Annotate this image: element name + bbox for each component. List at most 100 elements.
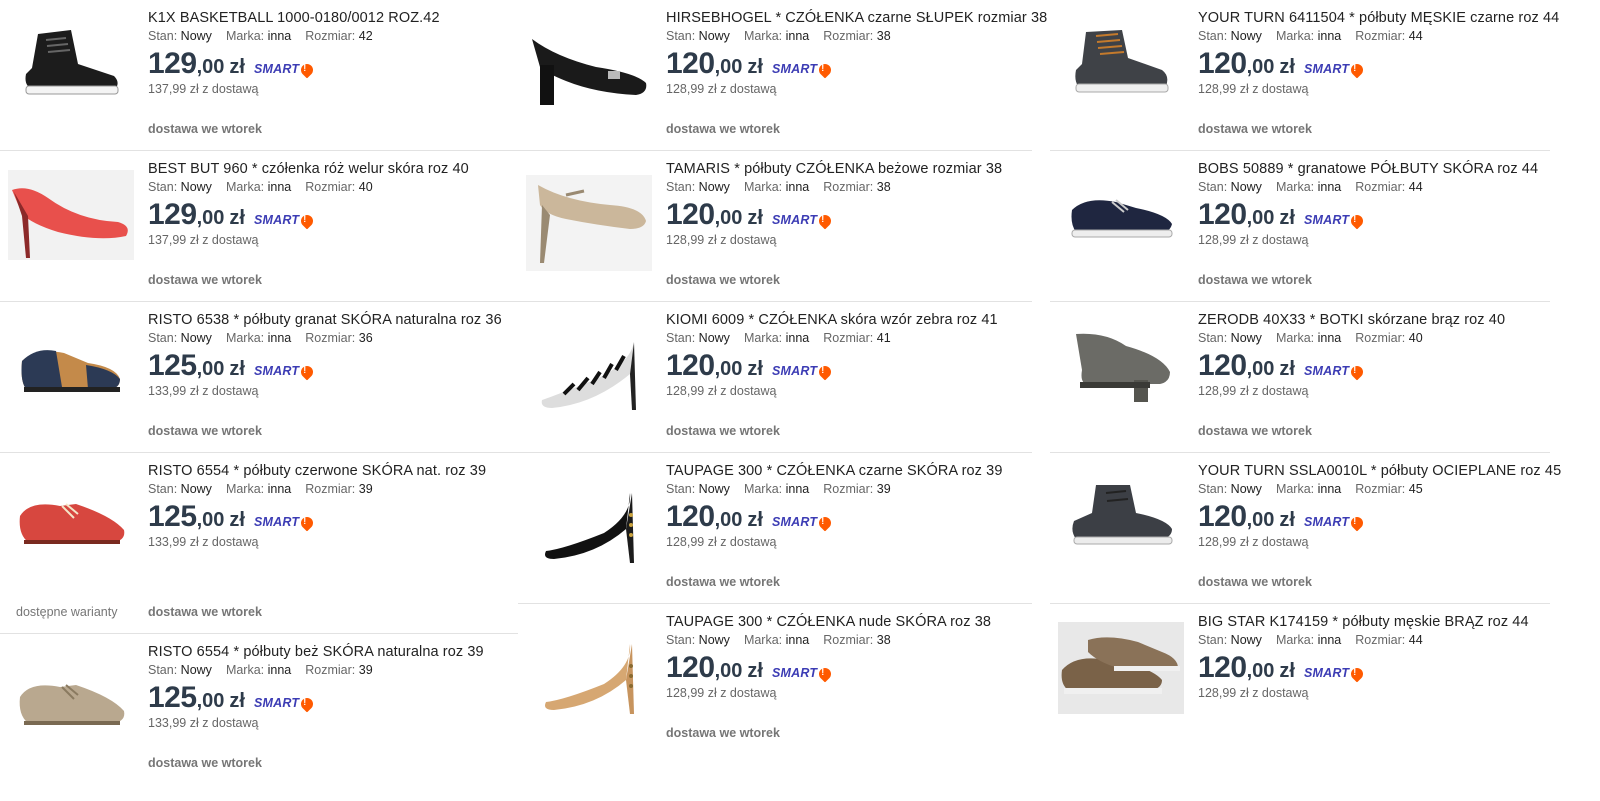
price-currency: zł <box>747 358 763 380</box>
product-title[interactable]: RISTO 6538 * półbuty granat SKÓRA natura… <box>148 312 510 328</box>
price-decimal: ,00 <box>196 690 225 712</box>
product-thumbnail[interactable] <box>1058 469 1184 569</box>
product-card[interactable]: TAUPAGE 300 * CZÓŁENKA czarne SKÓRA roz … <box>518 453 1032 604</box>
product-title[interactable]: TAUPAGE 300 * CZÓŁENKA czarne SKÓRA roz … <box>666 463 1024 479</box>
product-title[interactable]: TAMARIS * półbuty CZÓŁENKA beżowe rozmia… <box>666 161 1024 177</box>
smart-pin-icon <box>298 514 316 532</box>
product-card[interactable]: TAMARIS * półbuty CZÓŁENKA beżowe rozmia… <box>518 151 1032 302</box>
price-currency: zł <box>1279 358 1295 380</box>
product-card[interactable]: YOUR TURN 6411504 * półbuty MĘSKIE czarn… <box>1050 0 1559 151</box>
delivery-info: dostawa we wtorek <box>1198 575 1312 589</box>
delivery-info: dostawa we wtorek <box>148 756 262 770</box>
brand-value: inna <box>785 180 810 194</box>
product-title[interactable]: KIOMI 6009 * CZÓŁENKA skóra wzór zebra r… <box>666 312 1024 328</box>
product-thumbnail[interactable] <box>8 650 134 750</box>
product-thumbnail[interactable] <box>8 469 134 569</box>
product-thumbnail[interactable] <box>526 477 652 577</box>
product-card[interactable]: TAUPAGE 300 * CZÓŁENKA nude SKÓRA roz 38… <box>518 604 1032 754</box>
product-card[interactable]: YOUR TURN SSLA0010L * półbuty OCIEPLANE … <box>1050 453 1561 604</box>
price-integer: 120 <box>1198 651 1247 684</box>
size-label: Rozmiar: <box>1355 331 1406 345</box>
brand-label: Marka: <box>225 482 265 496</box>
smart-badge: SMART <box>254 363 316 381</box>
state-value: Nowy <box>1230 29 1262 43</box>
grey-high-top-icon <box>1066 24 1176 109</box>
price-decimal: ,00 <box>1246 660 1275 682</box>
brand-value: inna <box>785 29 810 43</box>
product-thumbnail[interactable] <box>526 326 652 426</box>
state-value: Nowy <box>1230 331 1262 345</box>
product-card[interactable]: BIG STAR K174159 * półbuty męskie BRĄZ r… <box>1050 604 1550 754</box>
product-title[interactable]: TAUPAGE 300 * CZÓŁENKA nude SKÓRA roz 38 <box>666 614 1024 630</box>
product-thumbnail[interactable] <box>8 167 134 267</box>
product-card[interactable]: BOBS 50889 * granatowe PÓŁBUTY SKÓRA roz… <box>1050 151 1550 302</box>
product-title[interactable]: ZERODB 40X33 * BOTKI skórzane brąz roz 4… <box>1198 312 1542 328</box>
product-params: Stan: Nowy Marka: inna Rozmiar: 44 <box>1198 180 1542 194</box>
product-thumbnail[interactable] <box>1058 318 1184 418</box>
product-params: Stan: Nowy Marka: inna Rozmiar: 40 <box>148 180 510 194</box>
smart-pin-icon <box>816 61 834 79</box>
state-label: Stan: <box>1198 29 1228 43</box>
smart-pin-icon <box>816 212 834 230</box>
product-title[interactable]: RISTO 6554 * półbuty czerwone SKÓRA nat.… <box>148 463 510 479</box>
smart-label: SMART <box>1303 666 1350 680</box>
product-card[interactable]: RISTO 6554 * półbuty czerwone SKÓRA nat.… <box>0 453 518 634</box>
delivery-info: dostawa we wtorek <box>148 122 262 136</box>
product-title[interactable]: RISTO 6554 * półbuty beż SKÓRA naturalna… <box>148 644 510 660</box>
product-title[interactable]: K1X BASKETBALL 1000-0180/0012 ROZ.42 <box>148 10 510 26</box>
price-with-shipping: 133,99 zł z dostawą <box>148 716 259 730</box>
product-card[interactable]: HIRSEBHOGEL * CZÓŁENKA czarne SŁUPEK roz… <box>518 0 1047 151</box>
price: 129,00 zł SMART <box>148 47 510 81</box>
product-thumbnail[interactable] <box>526 628 652 728</box>
product-thumbnail[interactable] <box>526 24 652 124</box>
price-decimal: ,00 <box>1246 358 1275 380</box>
product-thumbnail[interactable] <box>8 318 134 418</box>
product-thumbnail[interactable] <box>1058 167 1184 267</box>
product-card[interactable]: ZERODB 40X33 * BOTKI skórzane brąz roz 4… <box>1050 302 1550 453</box>
brand-value: inna <box>1317 331 1342 345</box>
price-currency: zł <box>229 690 245 712</box>
size-value: 44 <box>1408 180 1423 194</box>
price-integer: 129 <box>148 47 197 80</box>
price-integer: 120 <box>666 198 715 231</box>
state-label: Stan: <box>1198 180 1228 194</box>
size-label: Rozmiar: <box>305 180 356 194</box>
product-card[interactable]: K1X BASKETBALL 1000-0180/0012 ROZ.42 Stan… <box>0 0 518 151</box>
product-params: Stan: Nowy Marka: inna Rozmiar: 36 <box>148 331 510 345</box>
red-pump-icon <box>8 169 134 265</box>
price-with-shipping: 128,99 zł z dostawą <box>666 233 777 247</box>
state-value: Nowy <box>180 663 212 677</box>
state-label: Stan: <box>666 331 696 345</box>
delivery-info: dostawa we wtorek <box>666 424 780 438</box>
product-card[interactable]: RISTO 6554 * półbuty beż SKÓRA naturalna… <box>0 634 518 784</box>
product-thumbnail[interactable] <box>526 174 652 275</box>
smart-badge: SMART <box>772 212 834 230</box>
brand-label: Marka: <box>743 482 783 496</box>
dark-chukka-icon <box>1066 477 1176 562</box>
product-title[interactable]: YOUR TURN 6411504 * półbuty MĘSKIE czarn… <box>1198 10 1559 26</box>
product-thumbnail[interactable] <box>1058 620 1184 720</box>
smart-label: SMART <box>1303 364 1350 378</box>
price-decimal: ,00 <box>714 207 743 229</box>
variants-link[interactable]: dostępne warianty <box>16 605 117 619</box>
product-card[interactable]: BEST BUT 960 * czółenka róż welur skóra … <box>0 151 518 302</box>
product-thumbnail[interactable] <box>1058 16 1184 116</box>
product-card[interactable]: KIOMI 6009 * CZÓŁENKA skóra wzór zebra r… <box>518 302 1032 453</box>
product-title[interactable]: YOUR TURN SSLA0010L * półbuty OCIEPLANE … <box>1198 463 1561 479</box>
price-with-shipping: 133,99 zł z dostawą <box>148 384 259 398</box>
brand-value: inna <box>785 482 810 496</box>
product-title[interactable]: HIRSEBHOGEL * CZÓŁENKA czarne SŁUPEK roz… <box>666 10 1047 26</box>
price-integer: 120 <box>666 651 715 684</box>
product-thumbnail[interactable] <box>8 16 134 116</box>
product-card[interactable]: RISTO 6538 * półbuty granat SKÓRA natura… <box>0 302 518 453</box>
product-title[interactable]: BEST BUT 960 * czółenka róż welur skóra … <box>148 161 510 177</box>
product-title[interactable]: BOBS 50889 * granatowe PÓŁBUTY SKÓRA roz… <box>1198 161 1542 177</box>
price-with-shipping: 128,99 zł z dostawą <box>1198 535 1309 549</box>
navy-brown-oxford-icon <box>16 331 126 406</box>
product-title[interactable]: BIG STAR K174159 * półbuty męskie BRĄZ r… <box>1198 614 1542 630</box>
price-currency: zł <box>229 207 245 229</box>
size-value: 38 <box>876 180 891 194</box>
smart-pin-icon <box>298 695 316 713</box>
brand-label: Marka: <box>225 180 265 194</box>
product-params: Stan: Nowy Marka: inna Rozmiar: 39 <box>666 482 1024 496</box>
